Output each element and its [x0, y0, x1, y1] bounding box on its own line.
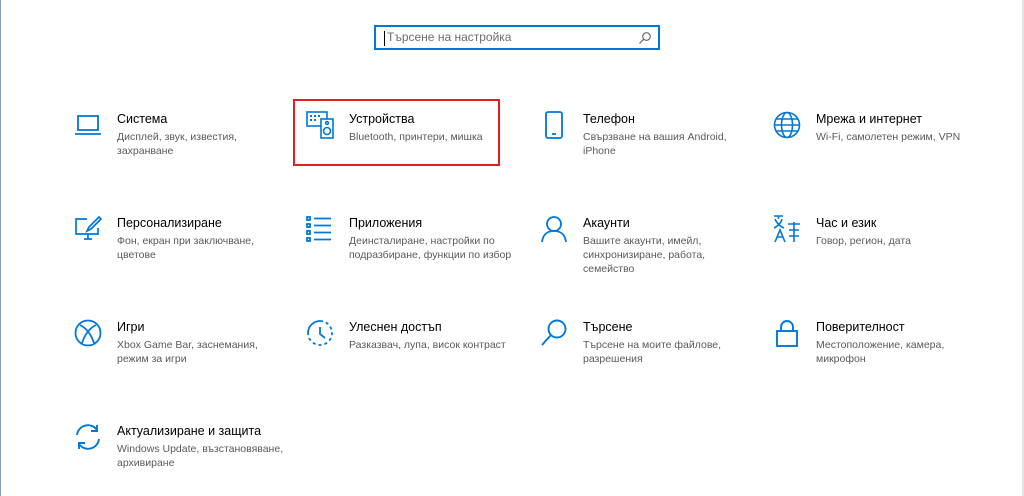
- laptop-icon: [73, 110, 103, 140]
- tile-description: Bluetooth, принтери, мишка: [349, 131, 483, 143]
- paint-monitor-icon: [73, 214, 103, 244]
- tile-description: Местоположение, камера, микрофон: [816, 339, 945, 365]
- lock-icon: [772, 318, 802, 348]
- tile-title: Час и език: [816, 216, 877, 230]
- tile-description: Деинсталиране, настройки по подразбиране…: [349, 235, 512, 261]
- magnifier-icon: [539, 318, 569, 348]
- tile-personalization[interactable]: Персонализиране Фон, екран при заключван…: [73, 214, 293, 280]
- window-left-edge: [0, 0, 1, 496]
- tile-title: Акаунти: [583, 216, 630, 230]
- tile-title: Персонализиране: [117, 216, 222, 230]
- tile-gaming[interactable]: Игри Xbox Game Bar, заснемания, режим за…: [73, 318, 293, 384]
- tile-description: Дисплей, звук, известия, захранване: [117, 131, 237, 157]
- tile-title: Улеснен достъп: [349, 320, 442, 334]
- tile-title: Актуализиране и защита: [117, 424, 262, 438]
- keyboard-speaker-icon: [305, 110, 335, 140]
- tile-search[interactable]: Търсене Търсене на моите файлове, разреш…: [539, 318, 759, 384]
- tile-update-security[interactable]: Актуализиране и защита Windows Update, в…: [73, 422, 293, 488]
- tile-description: Wi-Fi, самолетен режим, VPN: [816, 131, 961, 143]
- tile-description: Търсене на моите файлове, разрешения: [583, 339, 722, 365]
- tile-description: Свързване на вашия Android, iPhone: [583, 131, 727, 157]
- tile-privacy[interactable]: Поверителност Местоположение, камера, ми…: [772, 318, 992, 384]
- phone-icon: [539, 110, 569, 140]
- tile-title: Търсене: [583, 320, 633, 334]
- text-caret: [384, 31, 385, 46]
- tile-description: Фон, екран при заключване, цветове: [117, 235, 255, 261]
- tile-description: Windows Update, възстановяване, архивира…: [117, 443, 284, 469]
- tile-title: Поверителност: [816, 320, 905, 334]
- search-placeholder[interactable]: Търсене на настройка: [387, 30, 511, 44]
- tile-system[interactable]: Система Дисплей, звук, известия, захранв…: [73, 110, 293, 176]
- tile-description: Разказвач, лупа, висок контраст: [349, 339, 506, 351]
- tile-title: Мрежа и интернет: [816, 112, 922, 126]
- tile-network[interactable]: Мрежа и интернет Wi-Fi, самолетен режим,…: [772, 110, 992, 176]
- tile-title: Система: [117, 112, 168, 126]
- person-icon: [539, 214, 569, 244]
- xbox-icon: [73, 318, 103, 348]
- time-language-icon: [772, 214, 802, 244]
- globe-icon: [772, 110, 802, 140]
- tile-description: Говор, регион, дата: [816, 235, 911, 247]
- tile-description: Вашите акаунти, имейл, синхронизиране, р…: [583, 235, 706, 275]
- tile-title: Игри: [117, 320, 145, 334]
- tile-ease-of-access[interactable]: Улеснен достъп Разказвач, лупа, висок ко…: [305, 318, 525, 384]
- tile-phone[interactable]: Телефон Свързване на вашия Android, iPho…: [539, 110, 759, 176]
- tile-description: Xbox Game Bar, заснемания, режим за игри: [117, 339, 258, 365]
- sync-arrows-icon: [73, 422, 103, 452]
- search-box[interactable]: Търсене на настройка: [374, 25, 660, 50]
- tile-title: Устройства: [349, 112, 415, 126]
- tile-title: Приложения: [349, 216, 423, 230]
- tile-devices[interactable]: Устройства Bluetooth, принтери, мишка: [305, 110, 525, 176]
- tile-time-language[interactable]: Час и език Говор, регион, дата: [772, 214, 992, 280]
- search-icon[interactable]: [638, 31, 652, 45]
- tile-apps[interactable]: Приложения Деинсталиране, настройки по п…: [305, 214, 525, 280]
- tile-title: Телефон: [583, 112, 635, 126]
- app-list-icon: [305, 214, 335, 244]
- ease-of-access-icon: [305, 318, 335, 348]
- tile-accounts[interactable]: Акаунти Вашите акаунти, имейл, синхрониз…: [539, 214, 759, 280]
